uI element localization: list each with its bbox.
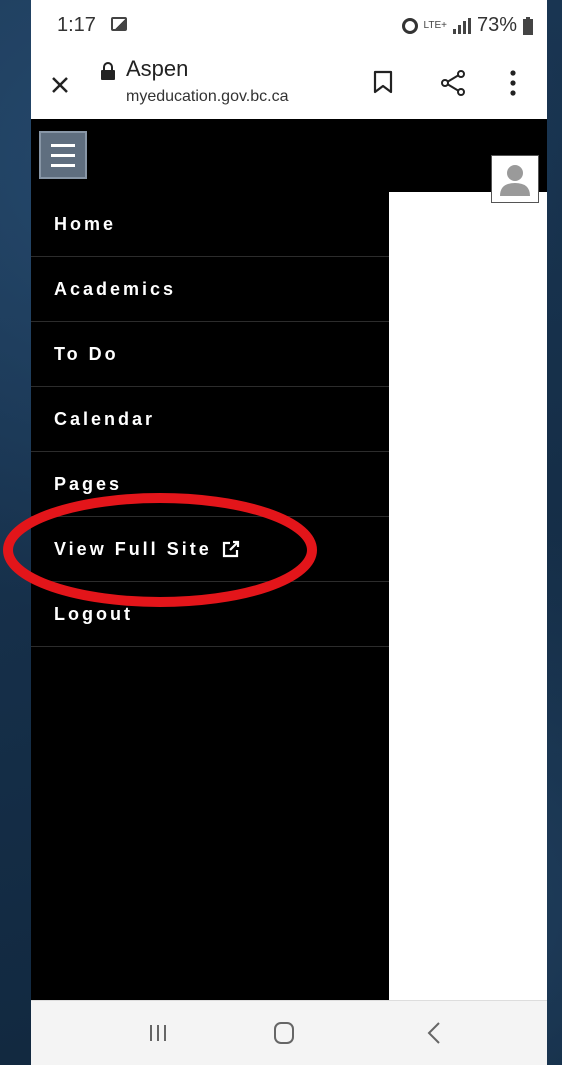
- lock-icon: [101, 62, 115, 80]
- menu-item-home[interactable]: Home: [31, 192, 389, 257]
- menu-item-label: Logout: [54, 603, 133, 624]
- alarm-icon: [401, 17, 418, 34]
- status-indicators: LTE+ 73%: [401, 14, 533, 37]
- menu-item-academics[interactable]: Academics: [31, 257, 389, 322]
- site-name: Aspen: [126, 56, 189, 81]
- menu-item-view-full-site[interactable]: View Full Site: [31, 517, 389, 582]
- menu-item-label: Pages: [54, 473, 123, 494]
- side-navigation-menu: Home Academics To Do Calendar Pages View…: [31, 192, 389, 1000]
- battery-icon: [523, 16, 533, 35]
- menu-item-pages[interactable]: Pages: [31, 452, 389, 517]
- share-icon[interactable]: [440, 70, 466, 96]
- screenshot-stage: 1:17 LTE+ 73% Aspen myeducation.gov.bc.c…: [0, 0, 562, 1065]
- android-navigation-bar: [31, 1000, 547, 1065]
- external-link-icon: [222, 540, 239, 558]
- user-avatar-icon[interactable]: [491, 155, 539, 203]
- menu-item-label: View Full Site: [54, 538, 212, 559]
- menu-item-label: Academics: [54, 278, 177, 299]
- menu-item-calendar[interactable]: Calendar: [31, 387, 389, 452]
- hamburger-menu-icon-line: [51, 153, 75, 157]
- status-bar: 1:17 LTE+ 73%: [31, 0, 547, 52]
- close-icon[interactable]: [49, 74, 71, 96]
- menu-item-to-do[interactable]: To Do: [31, 322, 389, 387]
- network-type: LTE+: [423, 19, 447, 31]
- gallery-notification-icon: [111, 17, 127, 31]
- status-time: 1:17: [57, 14, 96, 36]
- hamburger-menu-icon-line: [51, 143, 75, 147]
- page-content-area: [389, 192, 547, 1000]
- home-icon[interactable]: [273, 1021, 295, 1045]
- menu-item-logout[interactable]: Logout: [31, 582, 389, 647]
- back-icon[interactable]: [427, 1021, 441, 1045]
- bookmark-icon[interactable]: [373, 70, 393, 94]
- phone-screen: 1:17 LTE+ 73% Aspen myeducation.gov.bc.c…: [31, 0, 547, 1065]
- signal-strength-icon: [452, 17, 471, 34]
- recent-apps-icon[interactable]: [148, 1023, 168, 1043]
- app-header: [31, 119, 547, 192]
- menu-item-label: To Do: [54, 343, 119, 364]
- hamburger-menu-button[interactable]: [39, 131, 87, 179]
- site-url[interactable]: myeducation.gov.bc.ca: [126, 88, 288, 106]
- menu-item-label: Home: [54, 213, 117, 234]
- menu-item-label: Calendar: [54, 408, 156, 429]
- more-options-icon[interactable]: [509, 70, 517, 96]
- battery-percent: 73%: [476, 14, 517, 36]
- hamburger-menu-icon-line: [51, 163, 75, 167]
- browser-toolbar: Aspen myeducation.gov.bc.ca: [31, 52, 547, 119]
